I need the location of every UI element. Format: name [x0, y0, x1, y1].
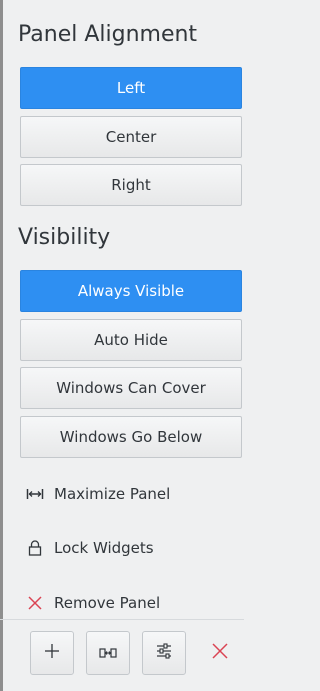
- plus-icon: [44, 643, 60, 663]
- lock-icon: [26, 539, 44, 557]
- align-left-button[interactable]: Left: [20, 67, 242, 109]
- settings-icon: [156, 643, 172, 663]
- lock-widgets-button[interactable]: Lock Widgets: [26, 533, 154, 563]
- visibility-auto-hide-button[interactable]: Auto Hide: [20, 319, 242, 361]
- remove-panel-button[interactable]: Remove Panel: [26, 588, 160, 618]
- visibility-windows-go-below-button[interactable]: Windows Go Below: [20, 416, 242, 458]
- panel-configuration: Panel Alignment Left Center Right Visibi…: [18, 0, 244, 691]
- visibility-windows-can-cover-button[interactable]: Windows Can Cover: [20, 367, 242, 409]
- panel-left-edge: [0, 0, 3, 691]
- add-spacer-button[interactable]: [86, 631, 130, 675]
- close-panel-config-button[interactable]: [208, 641, 232, 665]
- maximize-panel-label: Maximize Panel: [54, 485, 171, 503]
- align-right-button[interactable]: Right: [20, 164, 242, 206]
- remove-panel-label: Remove Panel: [54, 594, 161, 612]
- align-center-button[interactable]: Center: [20, 116, 242, 158]
- add-widgets-button[interactable]: [30, 631, 74, 675]
- spacer-icon: [99, 644, 117, 663]
- toolbar-separator: [0, 619, 244, 620]
- visibility-title: Visibility: [18, 225, 111, 250]
- panel-alignment-title: Panel Alignment: [18, 22, 198, 47]
- maximize-icon: [26, 485, 44, 503]
- lock-widgets-label: Lock Widgets: [54, 539, 154, 557]
- more-settings-button[interactable]: [142, 631, 186, 675]
- remove-icon: [26, 594, 44, 612]
- maximize-panel-button[interactable]: Maximize Panel: [26, 479, 170, 509]
- close-icon: [211, 642, 229, 664]
- visibility-always-visible-button[interactable]: Always Visible: [20, 270, 242, 312]
